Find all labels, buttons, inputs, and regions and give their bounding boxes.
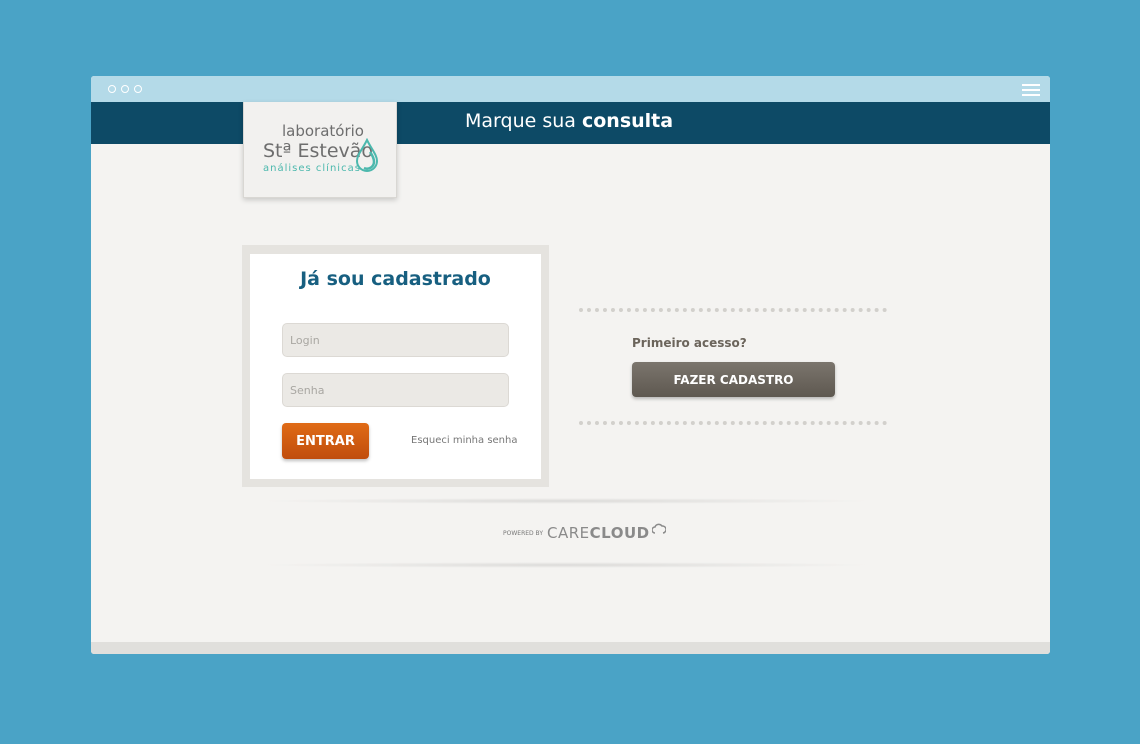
carecloud-bold: CLOUD	[589, 524, 650, 542]
powered-by-label: POWERED BY	[503, 529, 544, 537]
footer-bar	[91, 642, 1050, 654]
divider-top	[579, 308, 887, 312]
shadow-divider	[256, 562, 876, 568]
shadow-divider	[256, 498, 876, 504]
window-dot-icon[interactable]	[134, 85, 142, 93]
logo-line-laboratorio: laboratório	[282, 122, 364, 140]
page-title-bold: consulta	[581, 110, 674, 132]
site-header: Marque sua consulta	[91, 102, 1050, 144]
login-panel: Já sou cadastrado ENTRAR Esqueci minha s…	[250, 254, 541, 479]
hamburger-icon[interactable]	[1022, 84, 1040, 96]
logo[interactable]: laboratório Stª Estevão análises clínica…	[243, 102, 397, 198]
window-dot-icon[interactable]	[108, 85, 116, 93]
login-title: Já sou cadastrado	[300, 268, 491, 290]
login-input[interactable]	[282, 323, 509, 357]
window-controls	[108, 85, 142, 93]
page-title: Marque sua consulta	[465, 110, 673, 132]
password-input[interactable]	[282, 373, 509, 407]
carecloud-logo: CARECLOUD	[547, 524, 650, 542]
browser-window: Marque sua consulta laboratório Stª Este…	[91, 76, 1050, 654]
divider-bottom	[579, 421, 887, 425]
browser-title-bar	[91, 76, 1050, 102]
powered-by-carecloud[interactable]: POWERED BY CARECLOUD	[503, 523, 666, 542]
window-dot-icon[interactable]	[121, 85, 129, 93]
forgot-password-link[interactable]: Esqueci minha senha	[411, 435, 518, 446]
cloud-icon	[651, 523, 666, 534]
carecloud-regular: CARE	[547, 524, 590, 542]
fazer-cadastro-button[interactable]: FAZER CADASTRO	[632, 362, 835, 397]
first-access-label: Primeiro acesso?	[632, 336, 747, 350]
entrar-button[interactable]: ENTRAR	[282, 423, 369, 459]
page-title-regular: Marque sua	[465, 110, 576, 132]
login-card: Já sou cadastrado ENTRAR Esqueci minha s…	[242, 245, 549, 487]
logo-line-subtitle: análises clínicas	[263, 163, 361, 174]
